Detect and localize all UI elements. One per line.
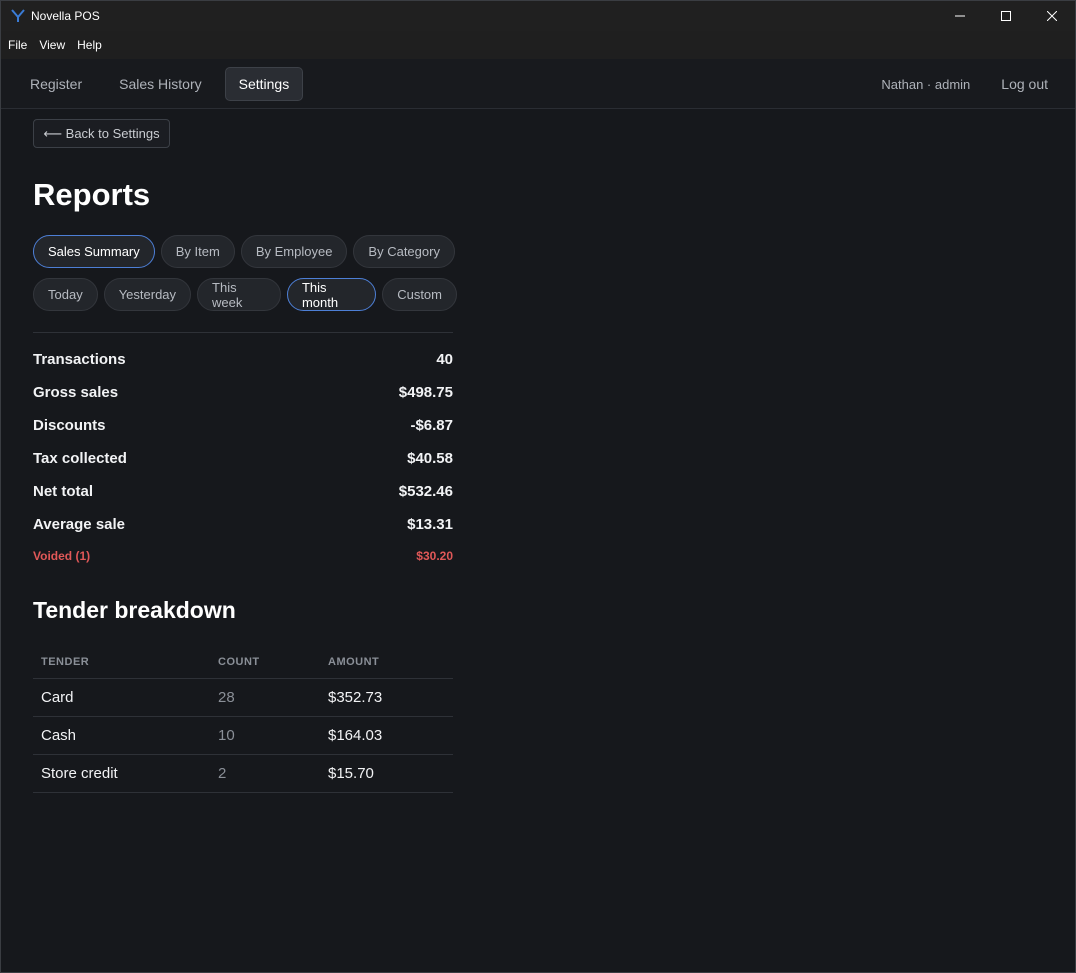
tender-count: 10 [210,716,320,755]
stat-label: Tax collected [33,450,127,467]
app-window: Novella POS File View Help Register Sale… [0,0,1076,973]
tender-name: Cash [33,716,210,755]
window-title: Novella POS [31,9,100,23]
menu-bar: File View Help [1,31,1075,59]
close-icon [1047,11,1057,21]
app-nav: Register Sales History Settings Nathan ·… [1,59,1075,109]
table-row: Store credit 2 $15.70 [33,754,453,793]
tender-name: Store credit [33,754,210,793]
tender-amount: $15.70 [320,754,453,793]
stat-label: Transactions [33,351,126,368]
voided-value: $30.20 [416,548,453,563]
logout-button[interactable]: Log out [1001,76,1048,92]
table-row: Cash 10 $164.03 [33,716,453,755]
minimize-icon [955,15,965,17]
stat-label: Discounts [33,417,106,434]
maximize-icon [1001,11,1011,21]
stat-row-gross-sales: Gross sales $498.75 [33,376,453,409]
tab-by-item[interactable]: By Item [160,235,235,268]
nav-tab-sales-history[interactable]: Sales History [105,67,215,101]
menu-help[interactable]: Help [77,38,102,52]
tender-amount: $352.73 [320,678,453,717]
tab-by-employee[interactable]: By Employee [240,235,348,268]
date-range-tabs: Today Yesterday This week This month Cus… [33,278,463,311]
close-button[interactable] [1029,1,1075,31]
tab-by-category[interactable]: By Category [353,235,455,268]
back-to-settings-button[interactable]: ⟵ Back to Settings [33,119,170,148]
tender-breakdown-title: Tender breakdown [33,597,236,623]
divider [33,332,453,333]
stat-value: $532.46 [398,483,453,500]
sales-summary-stats: Transactions 40 Gross sales $498.75 Disc… [33,343,453,570]
stat-row-average-sale: Average sale $13.31 [33,508,453,541]
page-title: Reports [33,177,151,212]
range-custom[interactable]: Custom [382,278,457,311]
tender-count: 2 [210,754,320,793]
range-yesterday[interactable]: Yesterday [103,278,192,311]
menu-file[interactable]: File [8,38,27,52]
stat-value: $40.58 [407,450,453,467]
stat-label: Average sale [33,516,126,533]
tender-name: Card [33,678,210,717]
tender-table: TENDER COUNT AMOUNT Card 28 $352.73 Cash… [33,647,453,793]
column-header-tender: TENDER [33,647,210,679]
stat-value: $498.75 [398,384,453,401]
tender-count: 28 [210,678,320,717]
current-user: Nathan · admin [881,76,971,92]
stat-row-voided: Voided (1) $30.20 [33,541,453,570]
stat-row-tax-collected: Tax collected $40.58 [33,442,453,475]
nav-tab-settings[interactable]: Settings [224,66,304,101]
column-header-amount: AMOUNT [320,647,453,679]
report-type-tabs: Sales Summary By Item By Employee By Cat… [33,235,461,268]
stat-value: -$6.87 [410,417,453,434]
stat-row-transactions: Transactions 40 [33,343,453,376]
title-bar[interactable]: Novella POS [1,1,1075,31]
app-logo-icon [9,7,27,25]
stat-value: 40 [436,351,453,368]
range-today[interactable]: Today [33,278,98,311]
stat-value: $13.31 [407,516,453,533]
column-header-count: COUNT [210,647,320,679]
stat-row-net-total: Net total $532.46 [33,475,453,508]
voided-label: Voided (1) [33,548,91,563]
table-row: Card 28 $352.73 [33,678,453,717]
tab-sales-summary[interactable]: Sales Summary [33,235,155,268]
range-this-month[interactable]: This month [286,278,377,311]
nav-tab-register[interactable]: Register [16,67,96,101]
stat-label: Net total [33,483,93,500]
stat-label: Gross sales [33,384,119,401]
stat-row-discounts: Discounts -$6.87 [33,409,453,442]
range-this-week[interactable]: This week [197,278,281,311]
maximize-button[interactable] [983,1,1029,31]
minimize-button[interactable] [937,1,983,31]
tender-amount: $164.03 [320,716,453,755]
table-header-row: TENDER COUNT AMOUNT [33,647,453,679]
menu-view[interactable]: View [39,38,65,52]
